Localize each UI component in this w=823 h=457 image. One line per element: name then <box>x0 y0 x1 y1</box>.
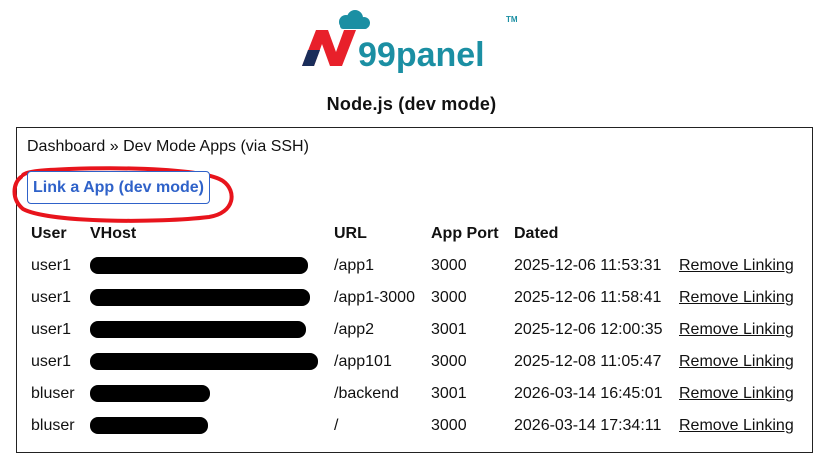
column-header-user: User <box>31 225 67 242</box>
cell-port: 3000 <box>431 289 467 306</box>
cell-action: Remove Linking <box>673 250 800 282</box>
redacted-vhost <box>90 289 310 307</box>
cell-dated: 2025-12-06 11:53:31 <box>514 257 662 274</box>
brand-logo: 99panel TM <box>298 8 528 78</box>
column-header-app-port: App Port <box>431 225 499 242</box>
dev-apps-table: User VHost URL App Port Dated user1 /app… <box>25 218 800 442</box>
link-app-button[interactable]: Link a App (dev mode) <box>27 171 210 204</box>
cell-port: 3001 <box>431 385 467 402</box>
logo-wordmark: 99panel <box>358 36 485 74</box>
redacted-vhost <box>90 417 208 435</box>
cell-port: 3000 <box>431 353 467 370</box>
cell-dated: 2026-03-14 17:34:11 <box>514 417 662 434</box>
cell-port: 3000 <box>431 417 467 434</box>
cloud-icon <box>339 10 370 29</box>
table-row: user1 /app101 3000 2025-12-08 11:05:47 R… <box>25 346 800 378</box>
cell-action: Remove Linking <box>673 346 800 378</box>
table-row: user1 /app1-3000 3000 2025-12-06 11:58:4… <box>25 282 800 314</box>
cell-dated: 2026-03-14 16:45:01 <box>514 385 663 402</box>
cell-url: /app101 <box>334 353 392 370</box>
cell-url: / <box>334 417 339 434</box>
cell-action: Remove Linking <box>673 314 800 346</box>
cell-vhost <box>84 410 328 442</box>
cell-user: user1 <box>31 289 72 306</box>
redacted-vhost <box>90 353 318 371</box>
cell-url: /backend <box>334 385 399 402</box>
cell-dated: 2025-12-06 11:58:41 <box>514 289 662 306</box>
cell-user: user1 <box>31 321 72 338</box>
table-row: bluser /backend 3001 2026-03-14 16:45:01… <box>25 378 800 410</box>
cell-action: Remove Linking <box>673 282 800 314</box>
redacted-vhost <box>90 321 306 339</box>
cell-action: Remove Linking <box>673 378 800 410</box>
remove-linking-link[interactable]: Remove Linking <box>679 257 794 274</box>
column-header-url: URL <box>334 225 367 242</box>
redacted-vhost <box>90 257 308 275</box>
remove-linking-link[interactable]: Remove Linking <box>679 289 794 306</box>
apps-panel: Dashboard » Dev Mode Apps (via SSH) Link… <box>12 127 813 453</box>
remove-linking-link[interactable]: Remove Linking <box>679 417 794 434</box>
table-row: user1 /app2 3001 2025-12-06 12:00:35 Rem… <box>25 314 800 346</box>
cell-url: /app1 <box>334 257 375 274</box>
cell-url: /app2 <box>334 321 375 338</box>
table-row: bluser / 3000 2026-03-14 17:34:11 Remove… <box>25 410 800 442</box>
logo-graphic: 99panel TM <box>302 10 518 74</box>
breadcrumb: Dashboard » Dev Mode Apps (via SSH) <box>27 138 309 155</box>
cell-dated: 2025-12-08 11:05:47 <box>514 353 662 370</box>
column-header-action <box>673 218 800 250</box>
cell-vhost <box>84 346 328 378</box>
cell-dated: 2025-12-06 12:00:35 <box>514 321 663 338</box>
cell-action: Remove Linking <box>673 410 800 442</box>
column-header-vhost: VHost <box>90 225 137 242</box>
cell-port: 3001 <box>431 321 467 338</box>
cell-vhost <box>84 250 328 282</box>
cell-url: /app1-3000 <box>334 289 415 306</box>
column-header-dated: Dated <box>514 225 559 242</box>
cell-vhost <box>84 282 328 314</box>
remove-linking-link[interactable]: Remove Linking <box>679 385 794 402</box>
page: 99panel TM Node.js (dev mode) Dashboard … <box>0 0 823 457</box>
cell-user: bluser <box>31 385 75 402</box>
trademark-mark: TM <box>506 15 518 24</box>
remove-linking-link[interactable]: Remove Linking <box>679 321 794 338</box>
cell-vhost <box>84 314 328 346</box>
cell-user: bluser <box>31 417 75 434</box>
cell-user: user1 <box>31 353 72 370</box>
page-title: Node.js (dev mode) <box>326 94 497 114</box>
cell-port: 3000 <box>431 257 467 274</box>
table-row: user1 /app1 3000 2025-12-06 11:53:31 Rem… <box>25 250 800 282</box>
cell-vhost <box>84 378 328 410</box>
cell-user: user1 <box>31 257 72 274</box>
remove-linking-link[interactable]: Remove Linking <box>679 353 794 370</box>
redacted-vhost <box>90 385 210 403</box>
table-header-row: User VHost URL App Port Dated <box>25 218 800 250</box>
